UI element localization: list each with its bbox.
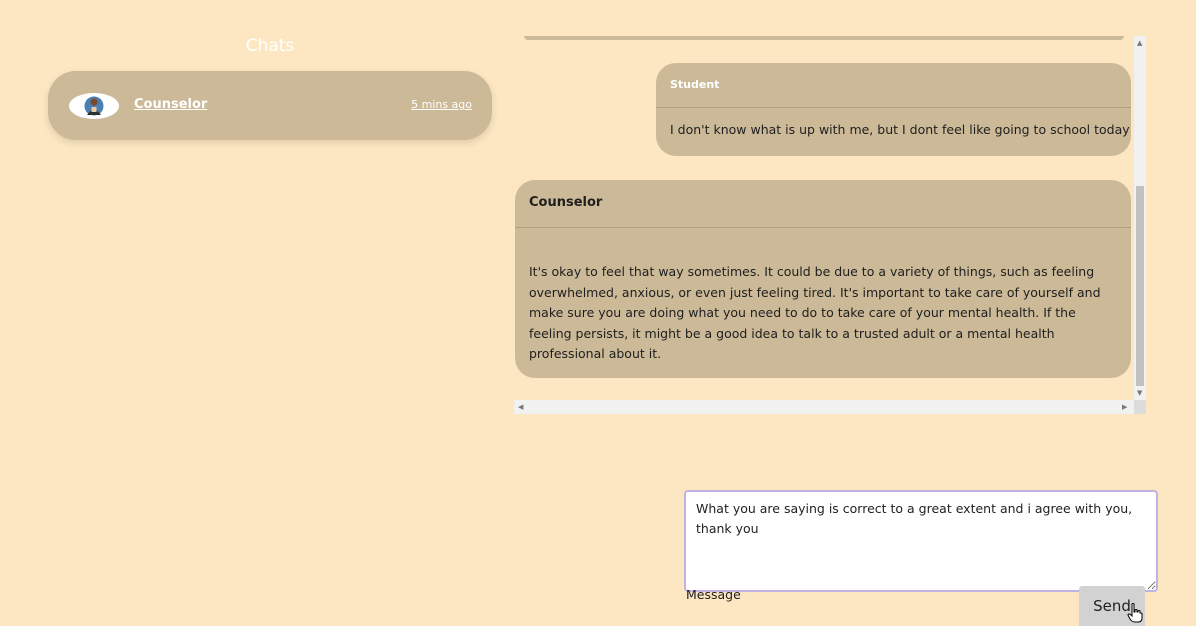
message-sender: Student <box>656 63 1131 108</box>
message-label: Message <box>686 587 741 602</box>
counselor-avatar-icon <box>69 93 119 119</box>
hand-cursor-icon <box>1127 603 1143 623</box>
message-text: I don't know what is up with me, but I d… <box>670 122 1130 137</box>
chat-item-counselor[interactable]: Counselor 5 mins ago <box>48 71 492 140</box>
scroll-down-icon[interactable]: ▼ <box>1137 389 1142 397</box>
vertical-scrollbar[interactable]: ▲ ▼ <box>1134 36 1146 400</box>
scroll-corner <box>1134 400 1146 414</box>
scroll-up-icon[interactable]: ▲ <box>1137 39 1142 47</box>
message-bubble-counselor: Counselor It's okay to feel that way som… <box>515 180 1131 378</box>
message-list[interactable]: Student I don't know what is up with me,… <box>514 36 1134 400</box>
scroll-right-icon[interactable]: ▶ <box>1122 403 1127 411</box>
chat-item-time[interactable]: 5 mins ago <box>411 98 472 111</box>
previous-message-edge <box>524 36 1124 40</box>
message-bubble-student: Student I don't know what is up with me,… <box>656 63 1131 156</box>
horizontal-scrollbar[interactable]: ◀ ▶ <box>514 400 1134 414</box>
scroll-left-icon[interactable]: ◀ <box>518 403 523 411</box>
chats-title: Chats <box>245 36 295 56</box>
chat-item-name[interactable]: Counselor <box>134 97 207 112</box>
vertical-scroll-thumb[interactable] <box>1136 186 1144 386</box>
message-text: It's okay to feel that way sometimes. It… <box>529 264 1101 361</box>
message-input[interactable] <box>684 490 1158 592</box>
message-sender: Counselor <box>515 180 1131 228</box>
